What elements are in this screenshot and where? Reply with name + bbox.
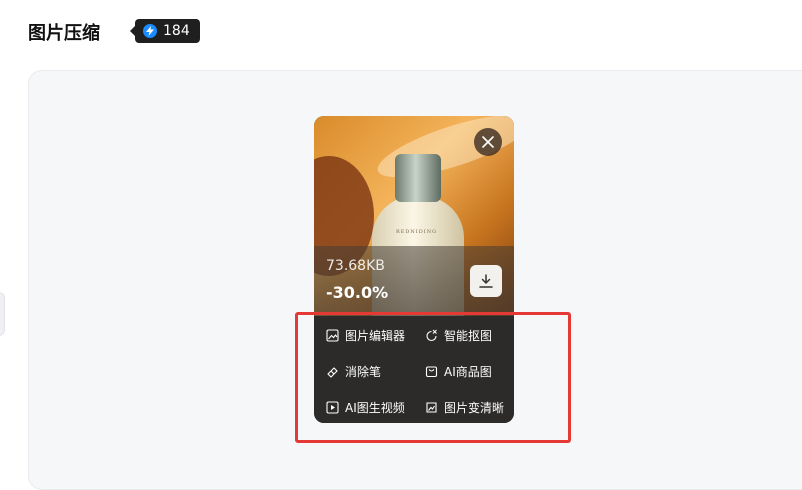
credit-count: 184 bbox=[163, 23, 190, 39]
download-icon bbox=[479, 274, 493, 288]
menu-item-label: AI图生视频 bbox=[345, 401, 405, 415]
sharpen-icon bbox=[426, 402, 437, 413]
image-edit-icon bbox=[326, 329, 339, 342]
side-collapse-tab[interactable] bbox=[0, 292, 5, 336]
menu-item-label: 图片变清晰 bbox=[444, 401, 505, 415]
menu-item-label: AI商品图 bbox=[444, 365, 492, 379]
video-icon bbox=[326, 401, 339, 414]
page-title: 图片压缩 bbox=[28, 23, 100, 44]
cutout-icon bbox=[426, 329, 437, 342]
menu-item-image-sharpen[interactable]: 图片变清晰 bbox=[425, 399, 504, 416]
menu-item-label: 消除笔 bbox=[345, 365, 382, 379]
menu-item-smart-cutout[interactable]: 智能抠图 bbox=[425, 327, 492, 344]
credit-badge[interactable]: 184 bbox=[130, 19, 200, 43]
menu-item-ai-product-image[interactable]: AI商品图 bbox=[425, 363, 492, 380]
compression-ratio: -30.0% bbox=[326, 283, 389, 302]
bottle-cap bbox=[395, 154, 441, 202]
lightning-icon bbox=[143, 24, 157, 38]
image-card: REDNIDING 73.68KB -30.0% 图片编辑器 智能抠图 消除笔 … bbox=[314, 116, 514, 423]
menu-item-label: 图片编辑器 bbox=[345, 329, 406, 343]
menu-item-eraser[interactable]: 消除笔 bbox=[326, 363, 381, 380]
menu-item-image-editor[interactable]: 图片编辑器 bbox=[326, 327, 405, 344]
eraser-icon bbox=[327, 367, 338, 378]
tools-menu: 图片编辑器 智能抠图 消除笔 AI商品图 AI图生视频 图片变清晰 bbox=[314, 316, 514, 423]
close-icon bbox=[482, 136, 494, 148]
download-button[interactable] bbox=[470, 265, 502, 297]
bottle-label: REDNIDING bbox=[396, 229, 438, 235]
shopping-bag-icon bbox=[425, 366, 438, 378]
file-size: 73.68KB bbox=[326, 258, 385, 274]
menu-item-label: 智能抠图 bbox=[444, 329, 493, 343]
close-button[interactable] bbox=[474, 128, 502, 156]
menu-item-ai-image-to-video[interactable]: AI图生视频 bbox=[326, 399, 405, 416]
